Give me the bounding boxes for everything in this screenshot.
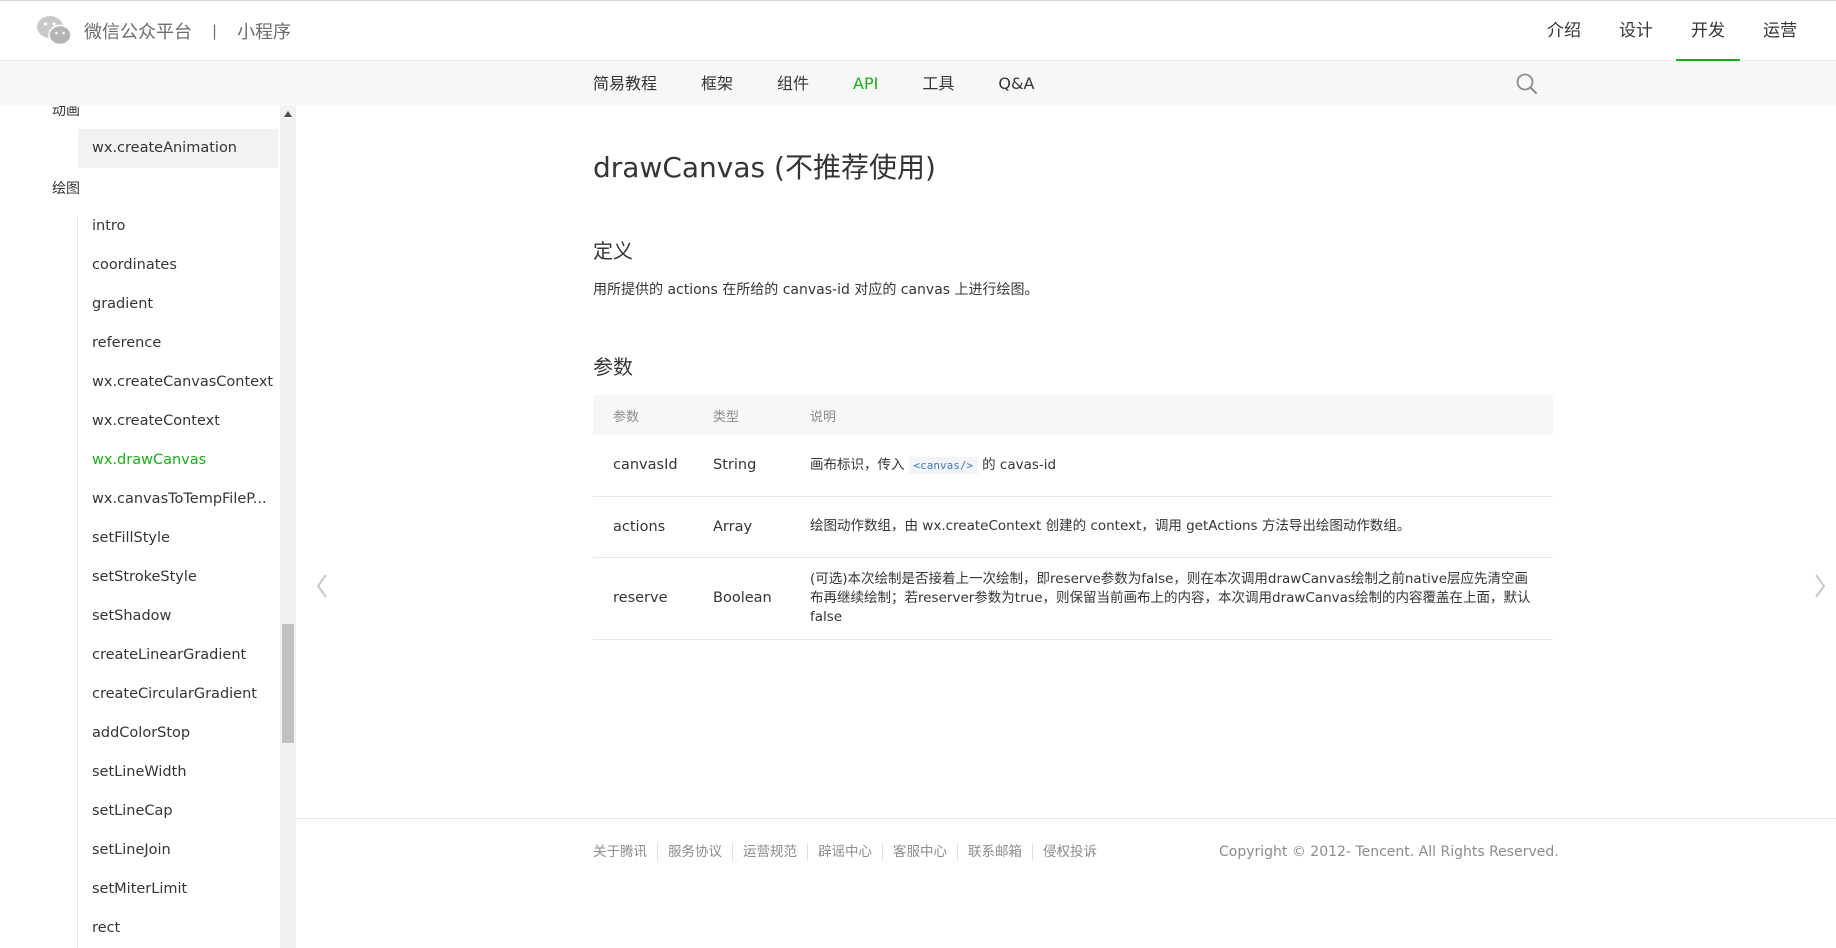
footer-link-terms[interactable]: 服务协议 (657, 843, 732, 861)
tab-api[interactable]: API (853, 61, 878, 106)
param-type: String (693, 435, 790, 497)
sidebar-item[interactable]: rect (78, 909, 278, 948)
param-name: reserve (593, 557, 693, 640)
sidebar-item[interactable]: setLineCap (78, 792, 278, 831)
brand[interactable]: 微信公众平台 | 小程序 (36, 14, 291, 48)
top-nav-design[interactable]: 设计 (1604, 1, 1668, 62)
sidebar-item[interactable]: gradient (78, 285, 278, 324)
inline-code: <canvas/> (908, 456, 979, 474)
param-desc: 画布标识，传入 <canvas/> 的 cavas-id (790, 435, 1553, 497)
tab-components[interactable]: 组件 (777, 61, 809, 106)
table-row: actions Array 绘图动作数组，由 wx.createContext … (593, 496, 1553, 558)
param-name: actions (593, 496, 693, 558)
sidebar: 动画 wx.createAnimation 绘图 intro coordinat… (0, 106, 296, 948)
param-desc-text: 的 cavas-id (982, 456, 1057, 473)
param-type: Array (693, 496, 790, 558)
next-page-arrow-icon[interactable] (1812, 572, 1828, 600)
prev-page-arrow-icon[interactable] (314, 572, 330, 600)
sidebar-group-animation[interactable]: 动画 (52, 106, 80, 120)
sub-nav: 简易教程 框架 组件 API 工具 Q&A (593, 61, 1078, 106)
footer-link-report[interactable]: 侵权投诉 (1032, 843, 1107, 861)
table-row: canvasId String 画布标识，传入 <canvas/> 的 cavas-… (593, 435, 1553, 497)
params-table: 参数 类型 说明 canvasId String 画布标识，传入 <canvas/… (593, 395, 1553, 640)
sidebar-item[interactable]: wx.createContext (78, 402, 278, 441)
footer: 关于腾讯 服务协议 运营规范 辟谣中心 客服中心 联系邮箱 侵权投诉 Copyr… (296, 818, 1836, 861)
sidebar-item[interactable]: coordinates (78, 246, 278, 285)
top-header: 微信公众平台 | 小程序 介绍 设计 开发 运营 (0, 0, 1836, 62)
sidebar-item[interactable]: addColorStop (78, 714, 278, 753)
sidebar-item[interactable]: setStrokeStyle (78, 558, 278, 597)
scroll-up-arrow-icon[interactable] (283, 110, 293, 118)
footer-link-about[interactable]: 关于腾讯 (593, 843, 657, 861)
param-desc-text: 画布标识，传入 (810, 456, 905, 473)
table-header-type: 类型 (693, 395, 790, 435)
sidebar-group-drawing[interactable]: 绘图 (52, 178, 80, 198)
param-desc: 绘图动作数组，由 wx.createContext 创建的 context，调用… (790, 496, 1553, 558)
brand-separator: | (212, 22, 218, 40)
param-name: canvasId (593, 435, 693, 497)
top-nav-intro[interactable]: 介绍 (1532, 1, 1596, 62)
tab-qa[interactable]: Q&A (998, 61, 1034, 106)
brand-name: 微信公众平台 (84, 22, 192, 43)
footer-link-email[interactable]: 联系邮箱 (957, 843, 1032, 861)
copyright: Copyright © 2012- Tencent. All Rights Re… (1219, 844, 1559, 860)
sidebar-scrollbar-track[interactable] (280, 106, 296, 948)
sidebar-item[interactable]: setShadow (78, 597, 278, 636)
sidebar-item[interactable]: wx.createCanvasContext (78, 363, 278, 402)
sidebar-item[interactable]: setLineWidth (78, 753, 278, 792)
sidebar-item[interactable]: setLineJoin (78, 831, 278, 870)
table-row: reserve Boolean (可选)本次绘制是否接着上一次绘制，即reser… (593, 557, 1553, 640)
section-heading-params: 参数 (593, 355, 633, 379)
sub-nav-bar: 简易教程 框架 组件 API 工具 Q&A (0, 61, 1836, 106)
param-desc: (可选)本次绘制是否接着上一次绘制，即reserve参数为false，则在本次调… (790, 557, 1553, 640)
page-title: drawCanvas (不推荐使用) (593, 151, 936, 184)
top-nav-develop[interactable]: 开发 (1676, 1, 1740, 62)
tab-tutorial[interactable]: 简易教程 (593, 61, 657, 106)
tab-framework[interactable]: 框架 (701, 61, 733, 106)
sidebar-item[interactable]: reference (78, 324, 278, 363)
sidebar-scrollbar-thumb[interactable] (282, 624, 294, 743)
definition-text: 用所提供的 actions 在所给的 canvas-id 对应的 canvas … (593, 282, 1039, 298)
footer-link-rumor[interactable]: 辟谣中心 (807, 843, 882, 861)
sidebar-item[interactable]: setMiterLimit (78, 870, 278, 909)
footer-links: 关于腾讯 服务协议 运营规范 辟谣中心 客服中心 联系邮箱 侵权投诉 (593, 843, 1107, 861)
footer-link-rules[interactable]: 运营规范 (732, 843, 807, 861)
sidebar-item-createanimation[interactable]: wx.createAnimation (78, 129, 278, 168)
search-icon[interactable] (1515, 72, 1539, 96)
footer-link-service[interactable]: 客服中心 (882, 843, 957, 861)
table-header-param: 参数 (593, 395, 693, 435)
param-type: Boolean (693, 557, 790, 640)
brand-subtitle: 小程序 (237, 22, 292, 43)
sidebar-item[interactable]: setFillStyle (78, 519, 278, 558)
section-heading-definition: 定义 (593, 239, 633, 263)
top-nav-operate[interactable]: 运营 (1748, 1, 1812, 62)
sidebar-item[interactable]: intro (78, 207, 278, 246)
sidebar-item-drawcanvas[interactable]: wx.drawCanvas (78, 441, 278, 480)
table-header-desc: 说明 (790, 395, 1553, 435)
sidebar-item[interactable]: createLinearGradient (78, 636, 278, 675)
top-nav: 介绍 设计 开发 运营 (1524, 1, 1836, 62)
sidebar-item[interactable]: wx.canvasToTempFileP... (78, 480, 278, 519)
wechat-logo-icon (37, 16, 72, 46)
sidebar-item[interactable]: createCircularGradient (78, 675, 278, 714)
main-content: drawCanvas (不推荐使用) 定义 用所提供的 actions 在所给的… (296, 106, 1836, 948)
tab-tools[interactable]: 工具 (922, 61, 954, 106)
